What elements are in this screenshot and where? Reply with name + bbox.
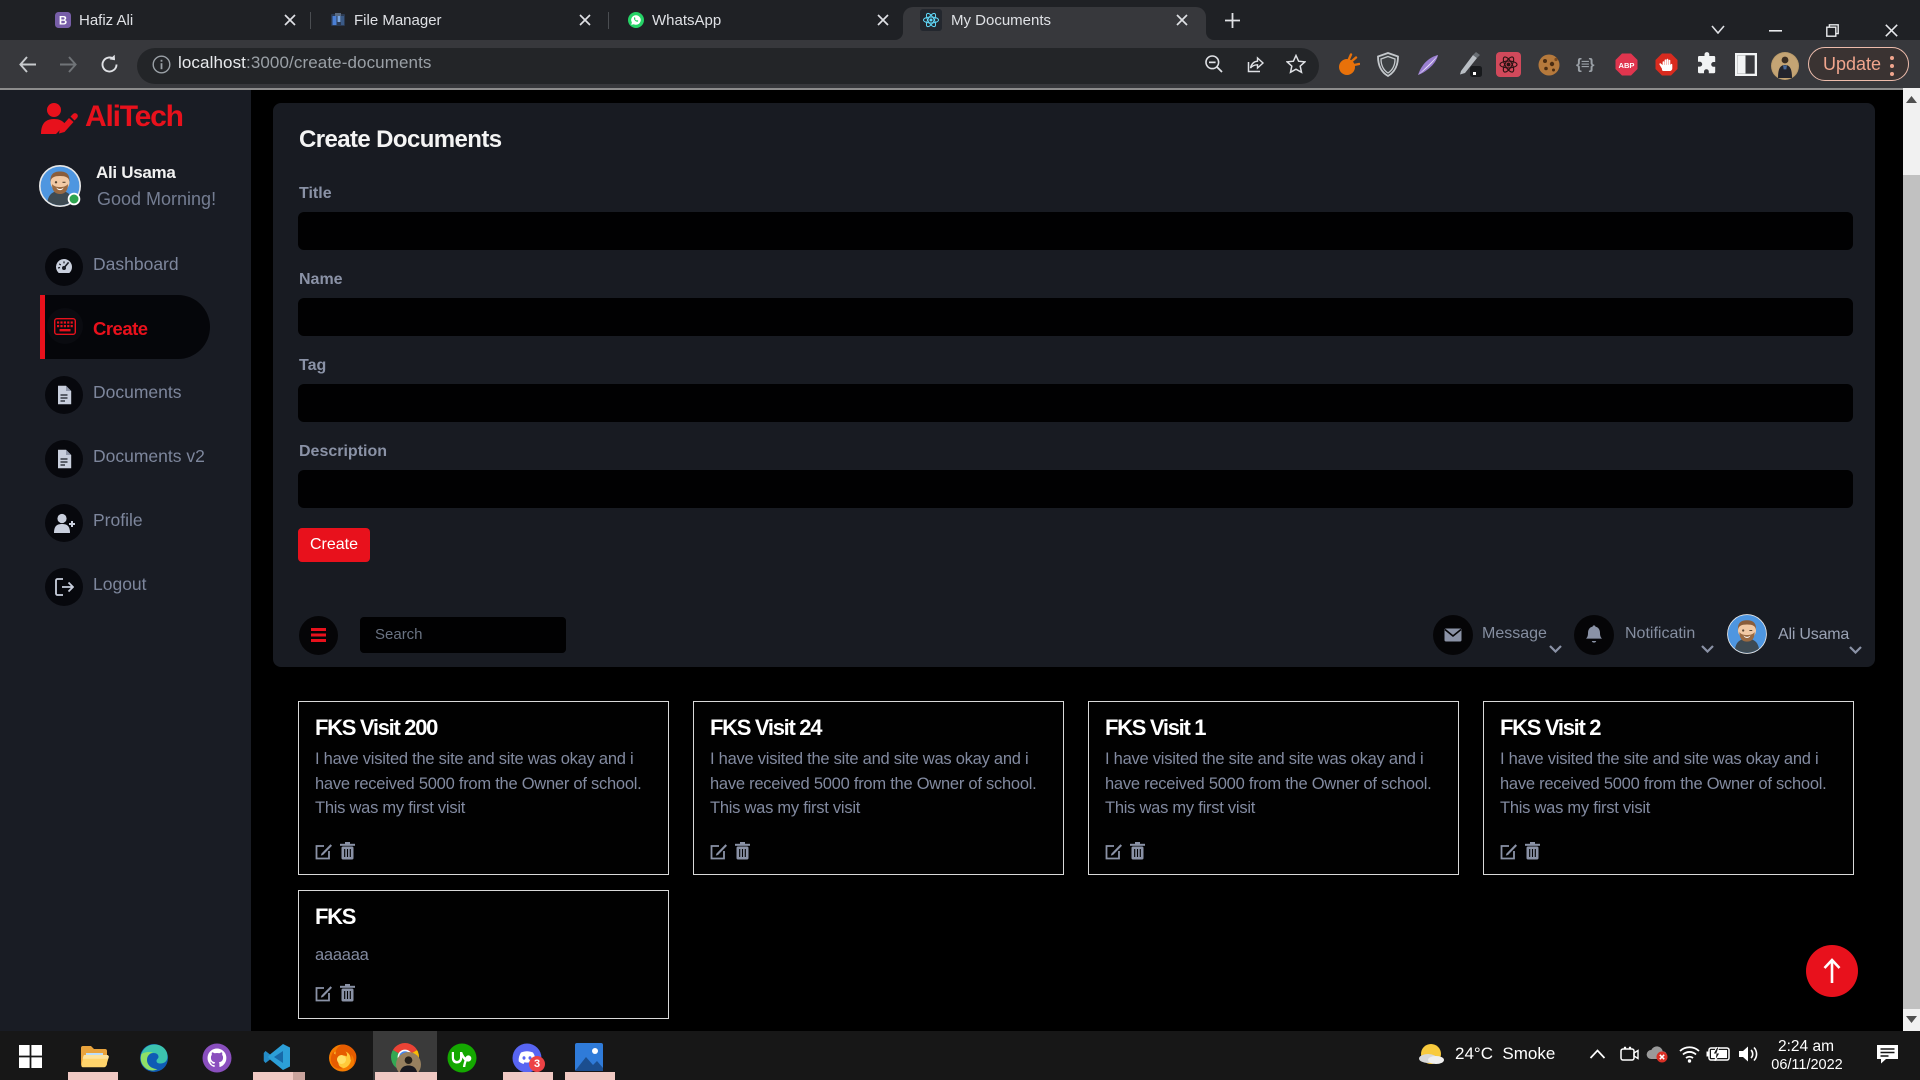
svg-text:ABP: ABP (1618, 61, 1634, 70)
svg-text:B: B (59, 15, 67, 27)
